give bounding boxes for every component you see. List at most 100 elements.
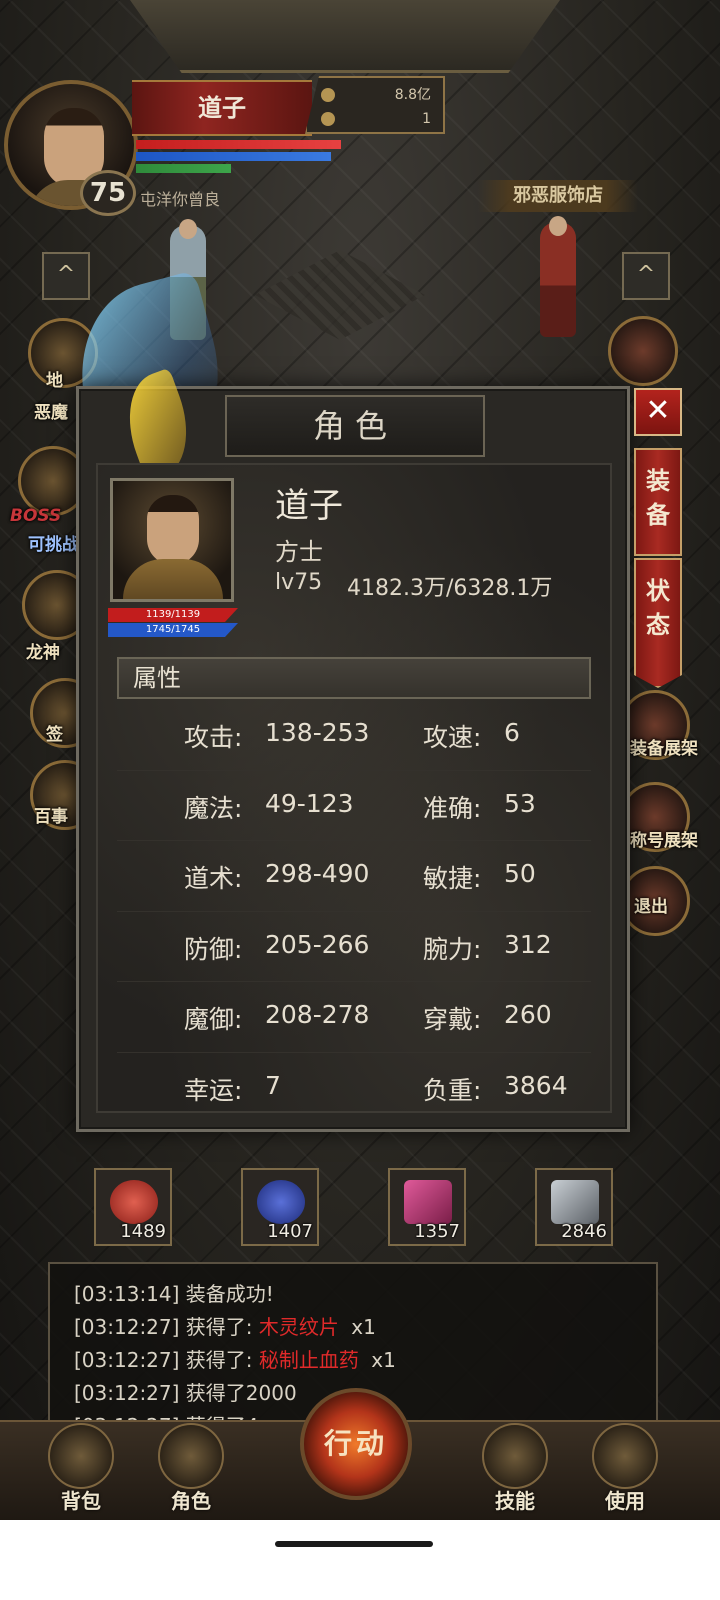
stat-row: 幸运: 7 负重: 3864: [117, 1053, 591, 1123]
bag-icon: [48, 1423, 114, 1489]
item-count: 1357: [414, 1221, 460, 1242]
currency-box: 8.8亿 1: [305, 76, 445, 134]
quick-slot-blue-potion[interactable]: 1407: [241, 1168, 319, 1246]
stat-label: 道术:: [184, 864, 243, 893]
chat-message: 获得了:: [185, 1315, 253, 1339]
exp-bar: [136, 164, 231, 173]
chat-time: [03:12:27]: [74, 1315, 180, 1339]
tab-status[interactable]: 状态: [634, 558, 682, 688]
stat-value: 260: [504, 1000, 552, 1029]
close-button[interactable]: ✕: [634, 388, 682, 436]
chat-message: 装备成功!: [185, 1282, 274, 1306]
chat-line: [03:13:14] 装备成功!: [74, 1278, 274, 1307]
stat-label: 敏捷:: [423, 864, 482, 893]
gold-icon: [321, 88, 335, 102]
stat-value: 205-266: [265, 929, 370, 959]
stat-label: 攻击:: [184, 723, 243, 752]
ingot-shop-button[interactable]: [608, 316, 678, 386]
stat-value: 3864: [504, 1070, 568, 1100]
stat-label: 负重:: [423, 1075, 482, 1105]
stat-value: 208-278: [265, 1000, 370, 1029]
collapse-left-icon[interactable]: ^: [42, 252, 90, 300]
quick-slot-scroll-bundle[interactable]: 1357: [388, 1168, 466, 1246]
stat-row: 防御: 205-266 腕力: 312: [117, 912, 591, 982]
title-display-label: 称号展架: [630, 831, 698, 851]
use-label: 使用: [605, 1489, 645, 1513]
player-name-plate: 道子: [132, 80, 312, 136]
chat-message: 获得了:: [185, 1348, 253, 1372]
portrait-body: [123, 559, 223, 599]
stat-value: 6: [504, 718, 520, 747]
hand-icon: [592, 1423, 658, 1489]
building-roof: [130, 0, 560, 73]
chat-time: [03:12:27]: [74, 1348, 180, 1372]
silver-scroll-icon: [551, 1180, 599, 1224]
bag-button[interactable]: 背包: [36, 1415, 126, 1515]
gold-amount: 8.8亿: [394, 87, 431, 103]
stat-row: 魔御: 208-278 穿戴: 260: [117, 982, 591, 1053]
hp-bar: [136, 140, 341, 149]
use-button[interactable]: 使用: [580, 1415, 670, 1515]
character-exp: 4182.3万/6328.1万: [347, 576, 553, 601]
dragon-god-label: 龙神: [26, 643, 60, 663]
chat-item-qty: x1: [351, 1315, 376, 1339]
stat-row: 道术: 298-490 敏捷: 50: [117, 841, 591, 912]
portrait-hp-bar: 1139/1139: [108, 608, 238, 622]
quick-slot-silver-scroll[interactable]: 2846: [535, 1168, 613, 1246]
stat-value: 53: [504, 788, 536, 818]
boss-label: BOSS: [10, 506, 62, 526]
stat-value: 7: [265, 1070, 281, 1100]
npc-shopkeeper[interactable]: [540, 216, 576, 337]
red-potion-icon: [110, 1180, 158, 1224]
mp-bar: [136, 152, 331, 161]
chat-line: [03:12:27] 获得了: 秘制止血药 x1: [74, 1344, 396, 1373]
player-bars: [136, 140, 346, 176]
map-label: 地: [46, 371, 63, 391]
character-portrait: [110, 478, 234, 602]
item-count: 1407: [267, 1221, 313, 1242]
skills-button[interactable]: 技能: [470, 1415, 560, 1515]
skill-book-icon: [482, 1423, 548, 1489]
item-count: 1489: [120, 1221, 166, 1242]
portrait-face: [147, 495, 199, 565]
home-indicator[interactable]: [275, 1541, 433, 1547]
ingot-row: 1: [321, 107, 431, 131]
chat-line: [03:12:27] 获得了: 木灵纹片 x1: [74, 1311, 376, 1340]
exit-label: 退出: [634, 897, 668, 917]
chat-item-name[interactable]: 木灵纹片: [259, 1315, 339, 1339]
chat-line: [03:12:27] 获得了2000: [74, 1377, 297, 1406]
shop-sign[interactable]: 邪恶服饰店: [478, 180, 638, 212]
tab-equipment[interactable]: 装备: [634, 448, 682, 556]
chat-time: [03:12:27]: [74, 1381, 180, 1405]
ingot-amount: 1: [422, 111, 431, 127]
stat-label: 幸运:: [184, 1075, 243, 1105]
stat-value: 312: [504, 929, 552, 959]
collapse-right-icon[interactable]: ^: [622, 252, 670, 300]
player-level-badge: 75: [80, 170, 136, 216]
chat-item-name[interactable]: 秘制止血药: [259, 1348, 359, 1372]
stat-label: 穿戴:: [423, 1005, 482, 1034]
stat-value: 298-490: [265, 859, 370, 888]
action-button[interactable]: 行动: [300, 1388, 412, 1500]
chat-item-qty: x1: [371, 1348, 396, 1372]
portrait-mp-bar: 1745/1745: [108, 623, 238, 637]
skills-label: 技能: [495, 1489, 535, 1513]
character-label: 角色: [171, 1489, 211, 1513]
events-label: 百事: [34, 807, 68, 827]
chat-message: 获得了2000: [185, 1381, 297, 1405]
stat-label: 魔法:: [184, 793, 243, 823]
chat-time: [03:13:14]: [74, 1282, 180, 1306]
item-count: 2846: [561, 1221, 607, 1242]
ingot-icon: [321, 112, 335, 126]
quick-slot-red-potion[interactable]: 1489: [94, 1168, 172, 1246]
blue-potion-icon: [257, 1180, 305, 1224]
character-name: 道子: [275, 486, 343, 526]
armor-icon: [158, 1423, 224, 1489]
challenge-label: 可挑战: [28, 535, 79, 555]
stat-label: 准确:: [423, 793, 482, 823]
attributes-header: 属性: [117, 657, 591, 699]
character-button[interactable]: 角色: [146, 1415, 236, 1515]
stat-value: 138-253: [265, 718, 370, 747]
stat-label: 腕力:: [423, 934, 482, 964]
character-class: 方士: [275, 538, 323, 566]
